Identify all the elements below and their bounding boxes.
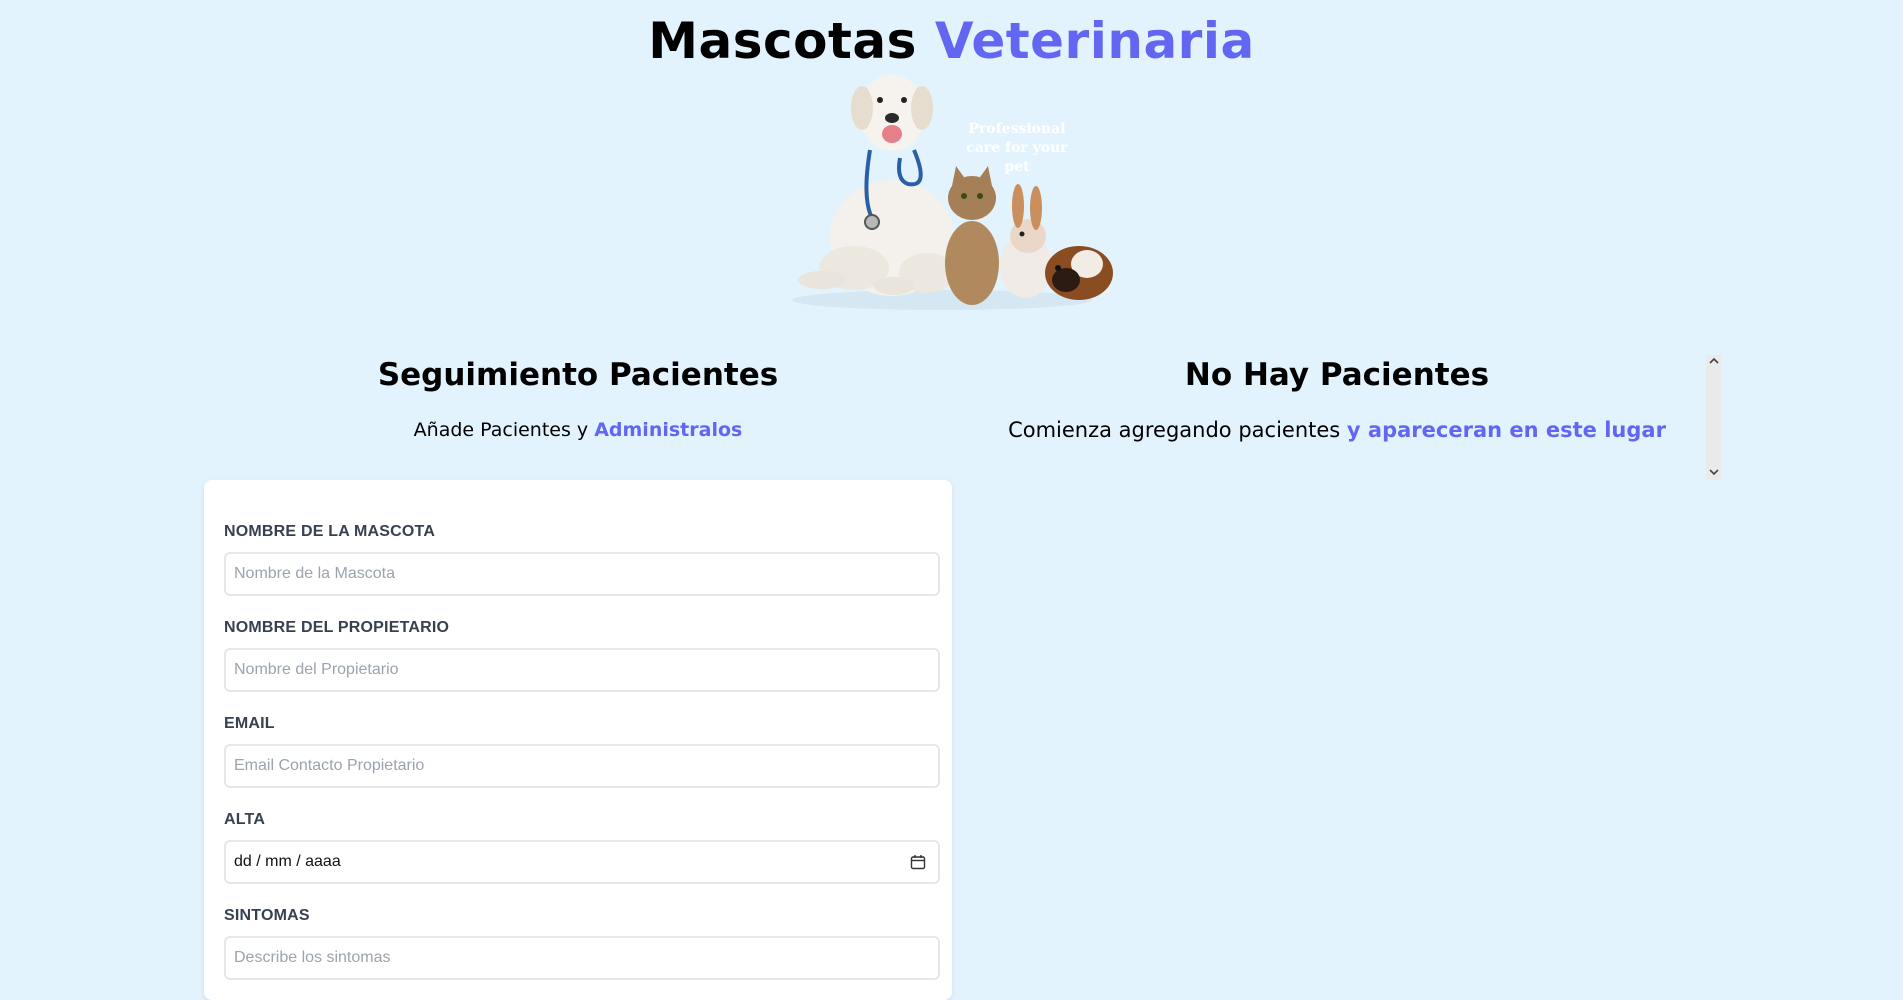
owner-name-input[interactable]: Nombre del Propietario [224,648,940,692]
chevron-down-icon[interactable] [1706,466,1721,480]
chevron-up-icon[interactable] [1706,355,1721,369]
hero-image: Professional care for your pet [782,68,1122,313]
patient-list-subtitle: Comienza agregando pacientes y aparecera… [1000,417,1674,443]
form-section-subtitle-accent: Administralos [594,419,743,441]
discharge-date-input[interactable]: dd / mm / aaaa [224,840,940,884]
owner-name-label: Nombre del Propietario [224,619,450,636]
patient-list-subtitle-accent: y apareceran en este lugar [1346,418,1666,442]
patient-list-scrollbar[interactable] [1706,355,1721,480]
form-section-subtitle: Añade Pacientes y Administralos [204,417,952,443]
pet-name-input[interactable]: Nombre de la Mascota [224,552,940,596]
symptoms-textarea[interactable]: Describe los sintomas [224,936,940,980]
discharge-date-label: Alta [224,811,266,828]
symptoms-label: Sintomas [224,907,310,924]
hero-caption: Professional care for your pet [966,121,1068,175]
form-section-subtitle-text: Añade Pacientes y [413,419,595,441]
form-section-header: Seguimiento Pacientes Añade Pacientes y … [204,355,952,443]
discharge-date-value: dd / mm / aaaa [234,853,341,870]
pet-name-label: Nombre de la Mascota [224,523,436,540]
email-label: Email [224,715,275,732]
form-section-heading: Seguimiento Pacientes [377,357,779,393]
patient-list-heading: No Hay Pacientes [1184,357,1490,393]
patient-form: Nombre de la Mascota Nombre de la Mascot… [204,480,952,1000]
patient-list-section: No Hay Pacientes Comienza agregando paci… [1000,355,1674,443]
pets-illustration [792,75,1113,310]
page-title: Mascotas Veterinaria [0,12,1903,70]
calendar-icon[interactable] [910,854,926,870]
patient-list-subtitle-text: Comienza agregando pacientes [1008,418,1347,442]
page-title-main: Mascotas [648,12,917,70]
page-title-accent: Veterinaria [934,12,1255,70]
email-input[interactable]: Email Contacto Propietario [224,744,940,788]
